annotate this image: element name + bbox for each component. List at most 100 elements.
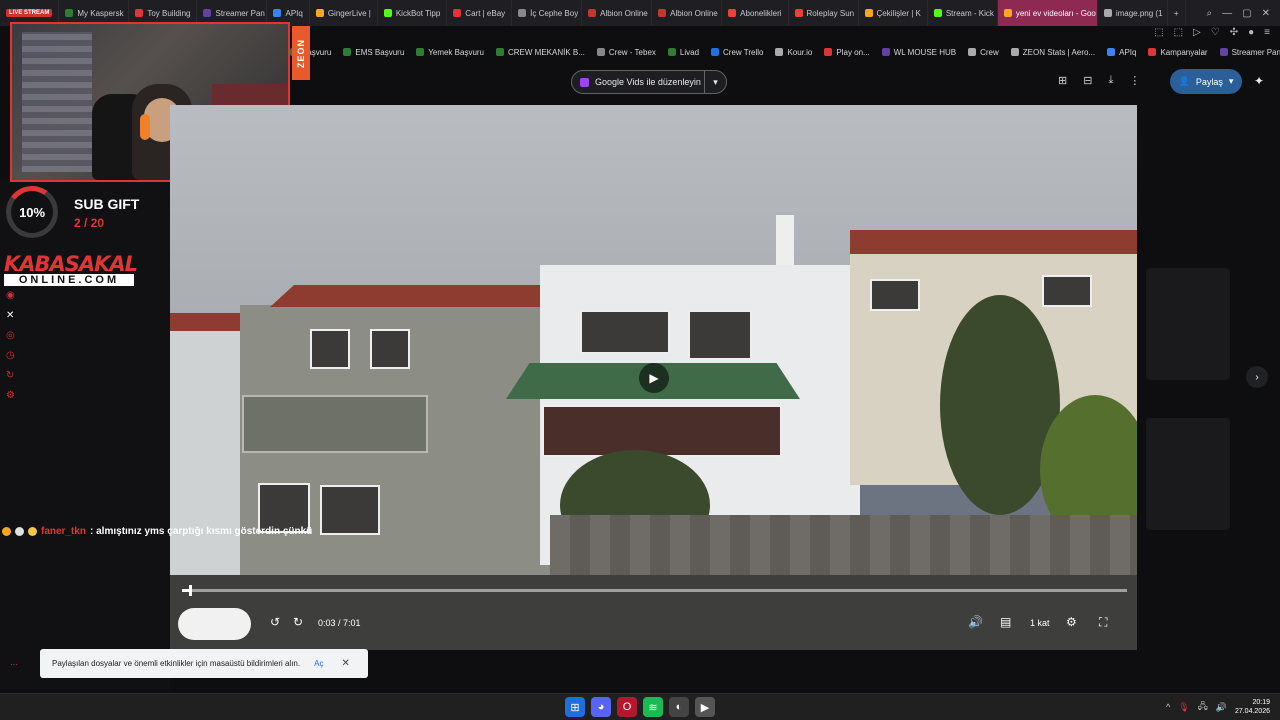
overlay-mark: ⋯ — [10, 660, 18, 669]
bookmark-item[interactable]: CREW MEKANİK B... — [496, 48, 585, 57]
gemini-icon[interactable]: ✦ — [1254, 74, 1264, 88]
bookmark-favicon-icon — [596, 48, 605, 56]
bookmark-favicon-icon — [824, 48, 833, 56]
bookmark-item[interactable]: Streamer Panel — [1219, 48, 1280, 57]
windows-start-icon[interactable]: ⊞ — [565, 697, 585, 717]
fullscreen-icon[interactable]: ⛶ — [1099, 615, 1107, 630]
video-progress-fill — [182, 589, 189, 592]
download-icon[interactable]: ⤓ — [1108, 74, 1113, 87]
bookmark-item[interactable]: EMS Başvuru — [343, 48, 404, 57]
bookmark-favicon-icon — [881, 48, 890, 56]
bookmark-favicon-icon — [343, 48, 352, 56]
microphone-icon[interactable]: 🎙 — [1178, 702, 1189, 713]
more-vert-icon[interactable]: ⋮ — [1129, 74, 1140, 87]
browser-tab[interactable]: Abonelikleri — [722, 0, 789, 26]
tab-favicon-icon — [1003, 9, 1012, 17]
bookmark-item[interactable]: Livad — [667, 48, 699, 57]
tab-label: image.png (1 — [1115, 8, 1163, 18]
browser-tab[interactable]: Cart | eBay — [447, 0, 513, 26]
next-file-button[interactable]: › — [1246, 366, 1268, 388]
network-icon[interactable]: 🖧 — [1198, 699, 1208, 715]
browser-tab[interactable]: yeni ev videoları - Goo — [997, 0, 1098, 26]
app-icon[interactable]: ◐ — [669, 697, 689, 717]
browser-tab[interactable]: KickBot Tipp — [378, 0, 448, 26]
bookmark-favicon-icon — [1148, 48, 1157, 56]
maximize-icon[interactable]: ▢ — [1242, 8, 1251, 19]
opera-icon[interactable]: O — [617, 697, 637, 717]
bookmarks-bar: Başvuru EMS Başvuru Yemek Başvuru CREW MEKA… — [290, 42, 1280, 62]
comment-add-icon[interactable]: ⊟ — [1083, 74, 1092, 87]
bookmark-item[interactable]: Play on... — [824, 48, 870, 57]
close-icon[interactable]: ✕ — [1262, 8, 1270, 19]
playback-speed[interactable]: 1 kat — [1030, 618, 1050, 628]
tab-label: GingerLive | — [327, 8, 371, 18]
bookmark-item[interactable]: Kampanyalar — [1148, 48, 1208, 57]
center-play-button[interactable]: ▶ — [639, 363, 669, 393]
bookmark-label: Crew - Tebex — [608, 47, 656, 57]
heart-icon[interactable]: ♡ — [1211, 27, 1220, 38]
bookmark-label: Yemek Başvuru — [428, 47, 484, 57]
screenshot-icon[interactable]: ⬚ — [1174, 27, 1183, 38]
volume-icon[interactable]: 🔊 — [968, 615, 983, 629]
gift-progress-ring: 10% — [2, 182, 62, 242]
browser-tab[interactable]: Roleplay Sun — [789, 0, 859, 26]
taskbar-clock[interactable]: 20:19 27.04.2026 — [1235, 698, 1270, 716]
video-controls: ↺ ↻ 0:03 / 7:01 🔊 ▤ 1 kat ⚙ ⛶ — [170, 605, 1137, 645]
video-player[interactable]: ▶ ↺ ↻ 0:03 / 7:01 🔊 ▤ 1 kat ⚙ ⛶ — [170, 105, 1137, 650]
forward-10-icon[interactable]: ↻ — [293, 615, 303, 629]
video-frame-window — [1042, 275, 1092, 307]
captions-icon[interactable]: ▤ — [1000, 615, 1011, 629]
tab-label: Stream - Kick — [945, 8, 994, 18]
bookmark-item[interactable]: Crew Trello — [711, 48, 763, 57]
browser-tab[interactable]: GingerLive | — [310, 0, 378, 26]
settings-icon[interactable]: ⚙ — [1066, 615, 1077, 629]
browser-tab[interactable]: Stream - Kick — [928, 0, 998, 26]
tab-favicon-icon — [65, 9, 74, 17]
new-tab-button[interactable]: + — [1168, 0, 1186, 26]
browser-tab[interactable]: Albion Online — [652, 0, 723, 26]
video-progress-knob[interactable] — [188, 585, 192, 596]
extensions-icon[interactable]: ✣ — [1230, 27, 1238, 38]
video-frame-window — [310, 329, 350, 369]
chevron-up-icon[interactable]: ^ — [1166, 702, 1170, 712]
profile-icon[interactable]: ● — [1248, 27, 1254, 38]
tab-label: My Kaspersk — [77, 8, 124, 18]
bookmark-item[interactable]: APIq — [1107, 48, 1136, 57]
bookmark-item[interactable]: Crew - Tebex — [596, 47, 656, 57]
volume-icon[interactable]: 🔊 — [1216, 702, 1227, 713]
browser-tab[interactable]: Çekilişler | K — [859, 0, 928, 26]
search-icon[interactable]: ⌕ — [1207, 8, 1213, 19]
bookmark-item[interactable]: Crew — [968, 48, 999, 57]
folder-add-icon[interactable]: ⊞ — [1058, 74, 1067, 87]
menu-icon[interactable]: ≡ — [1264, 27, 1270, 38]
play-pause-button[interactable] — [178, 608, 251, 640]
play-icon[interactable]: ▷ — [1193, 27, 1201, 38]
chevron-down-icon[interactable]: ▾ — [704, 71, 726, 93]
bookmark-label: EMS Başvuru — [355, 47, 405, 57]
rewind-10-icon[interactable]: ↺ — [270, 615, 280, 629]
discord-icon[interactable]: ◕ — [591, 697, 611, 717]
browser-tab[interactable]: İç Cephe Boy — [512, 0, 583, 26]
spotify-icon[interactable]: ≋ — [643, 697, 663, 717]
bookmark-item[interactable]: Kour.io — [775, 48, 812, 57]
extension-icon[interactable]: ⬚ — [1154, 27, 1163, 38]
chat-text: : almıştınız yms çarptığı kısmı gösterdi… — [90, 526, 313, 537]
minimize-icon[interactable]: — — [1222, 8, 1232, 19]
bookmark-item[interactable]: Yemek Başvuru — [416, 48, 484, 57]
video-frame-window — [870, 279, 920, 311]
media-player-icon[interactable]: ▶ — [695, 697, 715, 717]
edit-in-vids-label: Google Vids ile düzenleyin — [595, 77, 701, 87]
bookmark-item[interactable]: ZEON Stats | Aero... — [1010, 48, 1095, 57]
share-button[interactable]: 👤 Paylaş ▾ — [1170, 69, 1242, 94]
close-icon[interactable]: ✕ — [341, 658, 349, 669]
instagram-icon: ◉ — [6, 290, 15, 301]
toast-enable-link[interactable]: Aç — [314, 659, 323, 668]
browser-toolbar-icons: ⬚ ⬚ ▷ ♡ ✣ ● ≡ — [1154, 27, 1270, 38]
tab-favicon-icon — [383, 9, 392, 17]
tab-label: Streamer Pan — [215, 8, 265, 18]
video-progress-bar[interactable] — [182, 585, 1127, 596]
browser-tab[interactable]: Albion Online — [582, 0, 653, 26]
browser-tab[interactable]: image.png (1 — [1098, 0, 1168, 26]
edit-in-vids-button[interactable]: Google Vids ile düzenleyin ▾ — [571, 70, 727, 94]
bookmark-item[interactable]: WL MOUSE HUB — [881, 48, 956, 57]
